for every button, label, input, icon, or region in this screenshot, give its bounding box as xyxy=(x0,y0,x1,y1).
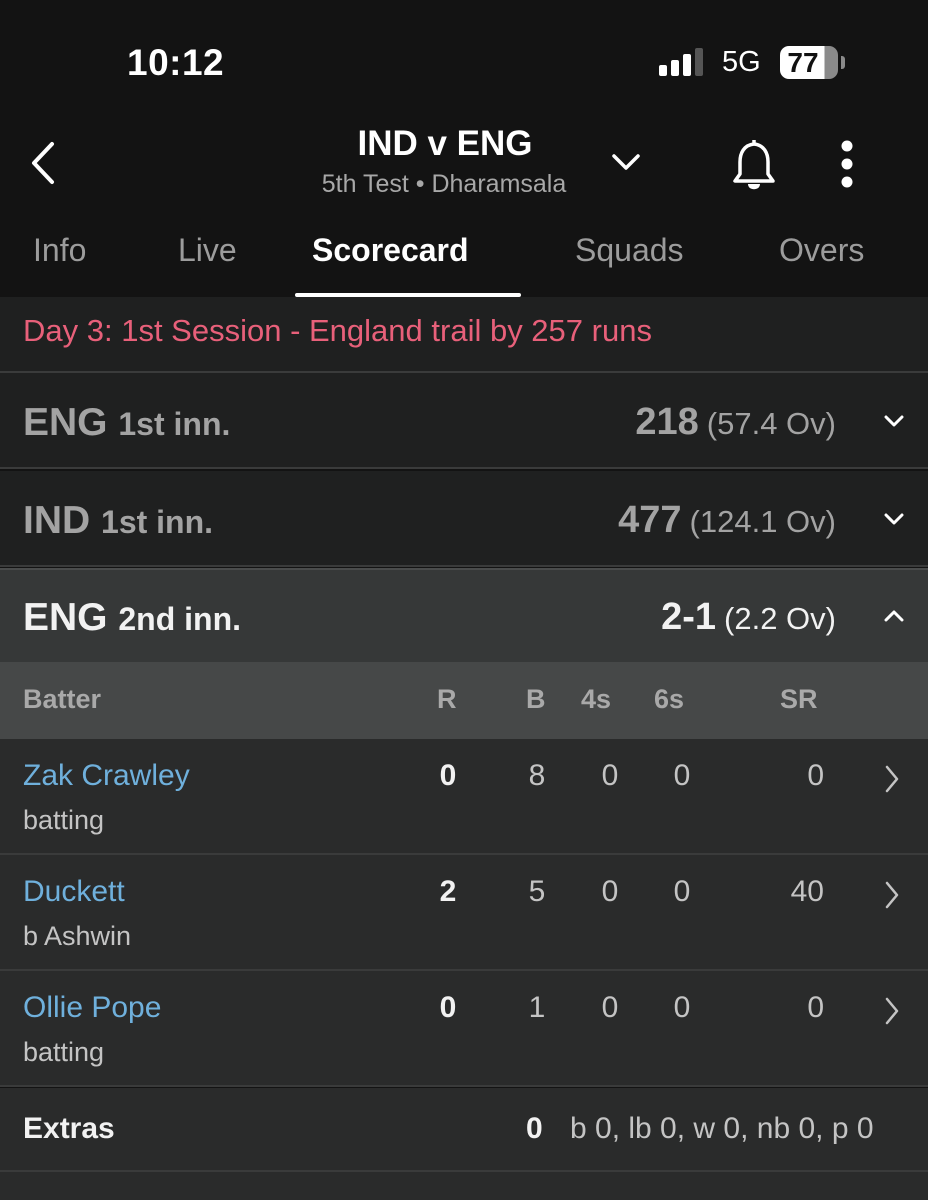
bell-icon[interactable] xyxy=(730,136,778,196)
more-options-icon[interactable] xyxy=(832,136,862,192)
status-bar: 10:12 5G 77 xyxy=(0,0,928,110)
tab-overs[interactable]: Overs xyxy=(779,232,864,269)
batter-strike-rate: 0 xyxy=(807,991,824,1024)
network-type: 5G xyxy=(722,46,761,78)
chevron-right-icon[interactable] xyxy=(882,879,902,911)
table-row[interactable]: Ollie Pope batting 0 1 0 0 0 xyxy=(0,971,928,1087)
chevron-right-icon[interactable] xyxy=(882,995,902,1027)
col-sixes: 6s xyxy=(654,684,685,714)
innings-row-eng-2nd[interactable]: ENG 2nd inn. 2-1 (2.2 Ov) xyxy=(0,568,928,662)
extras-row: Extras 0 b 0, lb 0, w 0, nb 0, p 0 xyxy=(0,1088,928,1172)
batter-sixes: 0 xyxy=(673,759,691,792)
table-row[interactable]: Zak Crawley batting 0 8 0 0 0 xyxy=(0,739,928,855)
tab-live[interactable]: Live xyxy=(178,232,237,269)
col-runs: R xyxy=(437,684,457,714)
batter-name[interactable]: Duckett xyxy=(23,875,125,909)
battery-icon: 77 xyxy=(780,46,838,79)
signal-icon xyxy=(659,48,707,76)
next-row-partial xyxy=(0,1172,928,1200)
batter-balls: 5 xyxy=(528,875,546,908)
innings-team: IND 1st inn. xyxy=(23,499,214,542)
chevron-right-icon[interactable] xyxy=(882,763,902,795)
table-row[interactable]: Duckett b Ashwin 2 5 0 0 40 xyxy=(0,855,928,971)
tab-bar: Info Live Scorecard Squads Overs xyxy=(0,220,928,297)
match-header: IND v ENG 5th Test • Dharamsala xyxy=(0,110,928,220)
batter-sixes: 0 xyxy=(673,875,691,908)
innings-score: 2-1 (2.2 Ov) xyxy=(661,596,836,638)
batter-name[interactable]: Ollie Pope xyxy=(23,991,161,1025)
innings-row-eng-1st[interactable]: ENG 1st inn. 218 (57.4 Ov) xyxy=(0,373,928,469)
batter-runs: 0 xyxy=(439,991,457,1024)
tab-scorecard[interactable]: Scorecard xyxy=(312,232,469,269)
battery-level: 77 xyxy=(787,47,819,78)
batter-fours: 0 xyxy=(601,759,619,792)
col-batter: Batter xyxy=(23,684,102,714)
chevron-down-icon[interactable] xyxy=(880,509,908,529)
batter-strike-rate: 40 xyxy=(790,875,824,908)
col-fours: 4s xyxy=(581,684,612,714)
batter-dismissal: batting xyxy=(23,1037,105,1067)
col-strike-rate: SR xyxy=(780,684,818,714)
batter-name[interactable]: Zak Crawley xyxy=(23,759,190,793)
extras-detail: b 0, lb 0, w 0, nb 0, p 0 xyxy=(570,1112,874,1145)
batter-fours: 0 xyxy=(601,875,619,908)
batter-strike-rate: 0 xyxy=(807,759,824,792)
innings-team: ENG 2nd inn. xyxy=(23,596,242,639)
match-status-bar: Day 3: 1st Session - England trail by 25… xyxy=(0,297,928,373)
batter-balls: 1 xyxy=(528,991,546,1024)
batter-dismissal: b Ashwin xyxy=(23,921,132,951)
batting-table-header: Batter R B 4s 6s SR xyxy=(0,662,928,739)
tab-info[interactable]: Info xyxy=(33,232,86,269)
extras-total: 0 xyxy=(526,1112,543,1145)
tab-squads[interactable]: Squads xyxy=(575,232,684,269)
innings-team: ENG 1st inn. xyxy=(23,401,231,444)
batter-balls: 8 xyxy=(528,759,546,792)
battery-tip xyxy=(841,56,845,69)
chevron-up-icon[interactable] xyxy=(880,606,908,626)
batter-fours: 0 xyxy=(601,991,619,1024)
match-status-text: Day 3: 1st Session - England trail by 25… xyxy=(23,313,652,348)
innings-score: 477 (124.1 Ov) xyxy=(618,499,836,541)
chevron-down-icon[interactable] xyxy=(880,411,908,431)
batter-dismissal: batting xyxy=(23,805,105,835)
extras-label: Extras xyxy=(23,1112,115,1145)
chevron-down-icon[interactable] xyxy=(608,148,644,178)
batter-runs: 2 xyxy=(439,875,457,908)
innings-score: 218 (57.4 Ov) xyxy=(635,401,836,443)
col-balls: B xyxy=(526,684,546,714)
status-time: 10:12 xyxy=(127,42,225,83)
innings-row-ind-1st[interactable]: IND 1st inn. 477 (124.1 Ov) xyxy=(0,471,928,567)
batter-runs: 0 xyxy=(439,759,457,792)
batter-sixes: 0 xyxy=(673,991,691,1024)
